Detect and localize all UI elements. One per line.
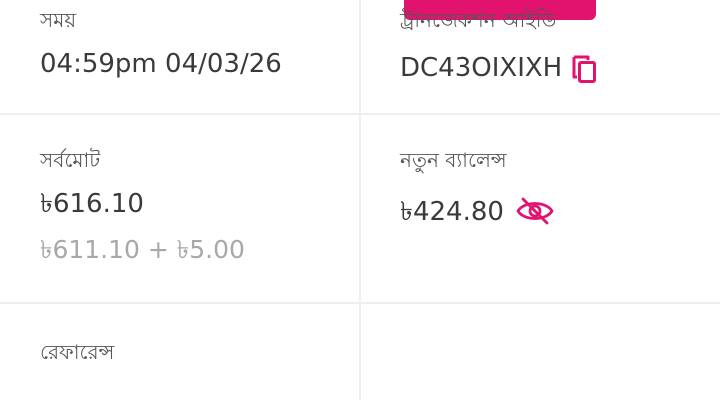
eye-off-icon[interactable] xyxy=(516,196,554,226)
transaction-id-value: DC43OIXIXH xyxy=(400,53,563,83)
transaction-id-label: ট্রানজেকশন আইডি xyxy=(400,8,557,32)
time-value: 04:59pm 04/03/26 xyxy=(40,49,282,79)
reference-label: রেফারেন্স xyxy=(40,340,115,364)
row-divider-2 xyxy=(0,302,720,304)
total-label: সর্বমোট xyxy=(40,148,101,172)
time-label: সময় xyxy=(40,8,77,32)
column-divider xyxy=(359,0,361,400)
total-breakdown: ৳611.10 + ৳5.00 xyxy=(40,235,245,264)
new-balance-label: নতুন ব্যালেন্স xyxy=(400,148,507,172)
total-value: ৳616.10 xyxy=(40,189,144,219)
copy-icon[interactable] xyxy=(570,53,600,85)
transaction-details-page: সময় 04:59pm 04/03/26 ট্রানজেকশন আইডি DC… xyxy=(0,0,720,400)
row-divider-1 xyxy=(0,113,720,115)
new-balance-value: ৳424.80 xyxy=(400,197,504,227)
